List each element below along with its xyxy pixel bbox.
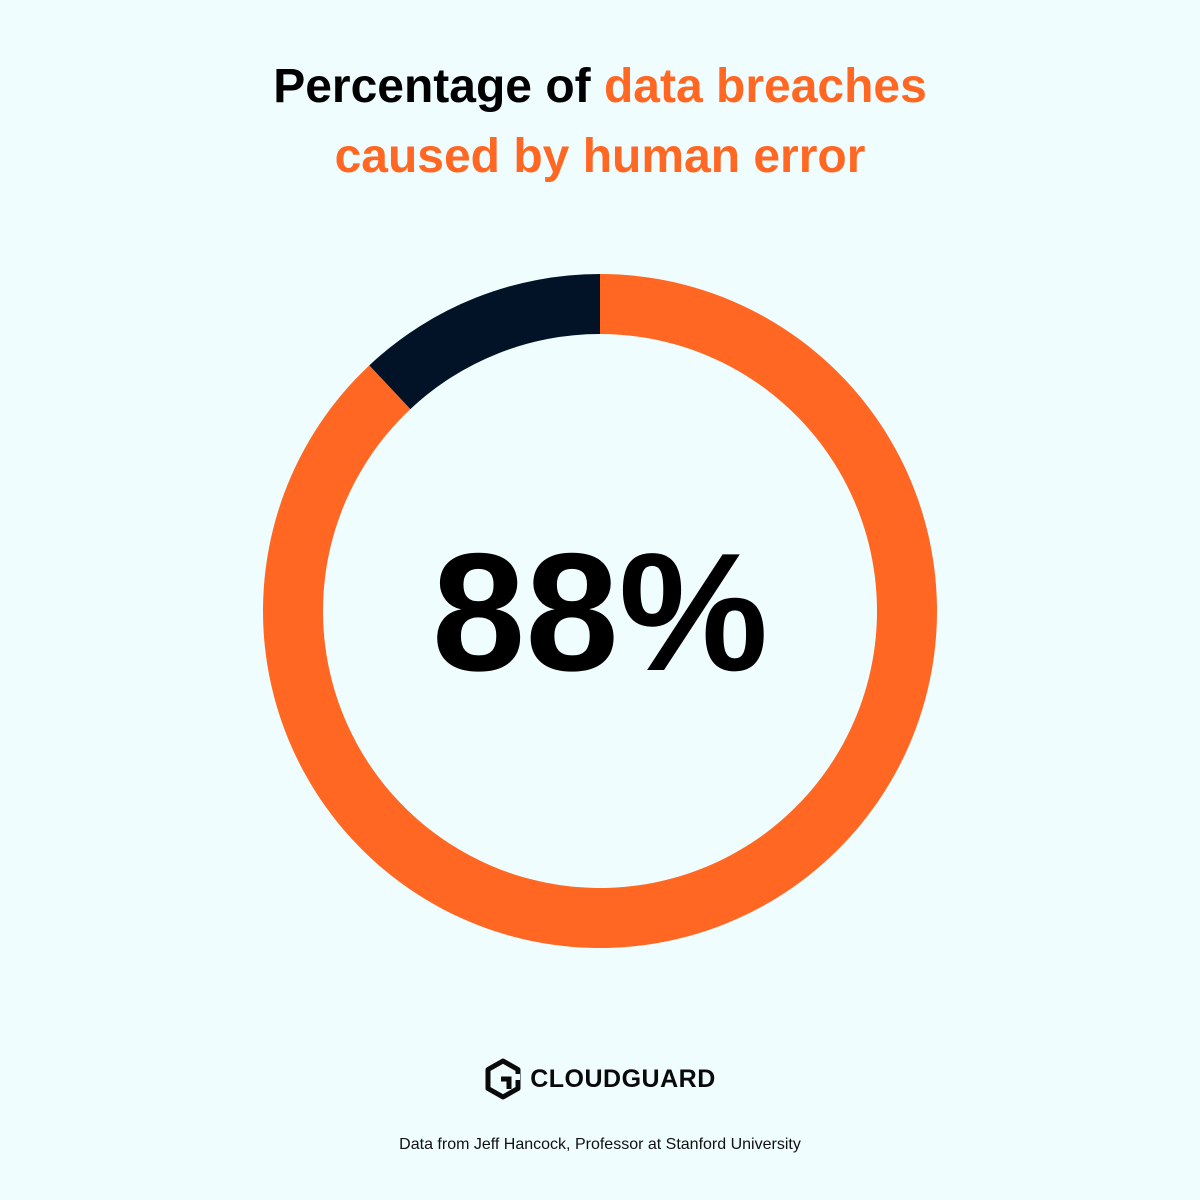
center-value-label: 88% [432, 518, 768, 706]
source-note: Data from Jeff Hancock, Professor at Sta… [399, 1136, 801, 1153]
logo-text: CLOUDGUARD [530, 1064, 716, 1093]
donut-chart: 88% [263, 274, 937, 949]
donut-slice-1 [369, 274, 600, 410]
brand-logo: CLOUDGUARD [0, 1058, 1200, 1100]
cloudguard-logo-icon [485, 1058, 521, 1100]
